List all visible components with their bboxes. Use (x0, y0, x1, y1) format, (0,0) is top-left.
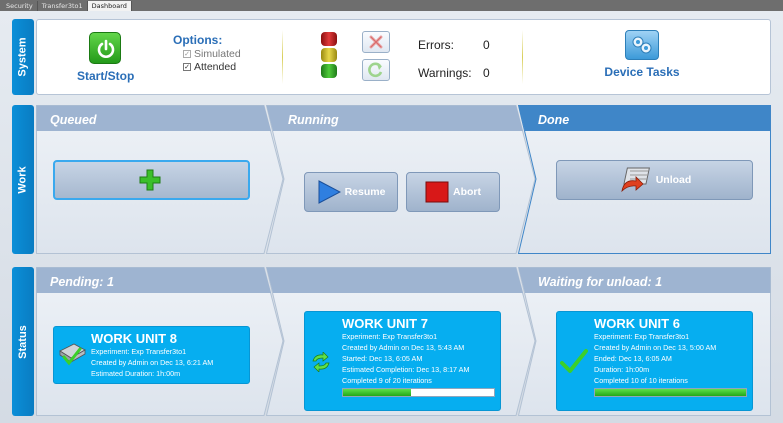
queued-title: Queued (50, 113, 97, 127)
work-label-text: Work (17, 165, 29, 194)
running-estimated-completion: Estimated Completion: Dec 13, 8:17 AM (342, 365, 470, 374)
unload-label: Unload (655, 174, 692, 186)
running-created: Created by Admin on Dec 13, 5:43 AM (342, 343, 465, 352)
waiting-work-unit-card[interactable]: WORK UNIT 6 Experiment: Exp Transfer3to1… (556, 311, 753, 411)
power-icon[interactable] (89, 32, 121, 64)
attended-option[interactable]: ✓ Attended (183, 61, 241, 73)
waiting-ended: Ended: Dec 13, 6:05 AM (594, 354, 672, 363)
yellow-light (321, 48, 337, 62)
divider (522, 30, 523, 84)
pending-created: Created by Admin on Dec 13, 6:21 AM (91, 358, 214, 367)
waiting-stage: Waiting for unload: 1 WORK UNIT 6 Experi… (518, 267, 771, 416)
done-title: Done (538, 113, 570, 127)
start-stop-control[interactable]: Start/Stop (77, 32, 134, 83)
running-completed: Completed 9 of 20 iterations (342, 376, 432, 385)
warnings-label: Warnings: (418, 66, 472, 80)
running-progress-fill (343, 389, 411, 396)
tab-security[interactable]: Security (2, 1, 38, 11)
options-title: Options: (173, 33, 223, 47)
pending-stage: Pending: 1 WORK UNIT 8 Experiment: Exp T… (36, 267, 284, 416)
add-plus-icon (139, 169, 161, 191)
waiting-completed: Completed 10 of 10 iterations (594, 376, 688, 385)
pending-experiment: Experiment: Exp Transfer3to1 (91, 347, 187, 356)
resume-label: Resume (344, 186, 386, 198)
pending-plate-icon (58, 341, 86, 370)
red-light (321, 32, 337, 46)
waiting-created: Created by Admin on Dec 13, 5:00 AM (594, 343, 717, 352)
add-work-unit-button[interactable] (53, 160, 250, 200)
divider (282, 30, 283, 84)
system-panel: Start/Stop Options: ✓ Simulated ✓ Attend… (36, 19, 771, 95)
resume-button[interactable]: Resume (304, 172, 398, 212)
stop-icon (425, 181, 449, 203)
errors-label: Errors: (418, 38, 454, 52)
device-tasks-label[interactable]: Device Tasks (602, 65, 682, 79)
simulated-option[interactable]: ✓ Simulated (183, 48, 241, 60)
waiting-experiment: Experiment: Exp Transfer3to1 (594, 332, 690, 341)
attended-checkbox[interactable]: ✓ (183, 63, 191, 71)
pending-title: Pending: 1 (50, 275, 114, 289)
running-work-unit-title: WORK UNIT 7 (342, 316, 428, 331)
reset-button[interactable] (362, 59, 390, 81)
pending-work-unit-title: WORK UNIT 8 (91, 331, 177, 346)
tab-dashboard[interactable]: Dashboard (87, 1, 132, 11)
running-status-stage: WORK UNIT 7 Experiment: Exp Transfer3to1… (266, 267, 536, 416)
gears-icon[interactable] (625, 30, 659, 60)
running-experiment: Experiment: Exp Transfer3to1 (342, 332, 438, 341)
system-section-label: System (12, 19, 34, 95)
running-stage: Running Resume Abort (266, 105, 536, 254)
abort-label: Abort (453, 186, 481, 198)
abort-button[interactable]: Abort (406, 172, 500, 212)
running-started: Started: Dec 13, 6:05 AM (342, 354, 423, 363)
warnings-value: 0 (483, 66, 490, 80)
pending-estimated: Estimated Duration: 1h:00m (91, 369, 181, 378)
tab-transfer3to1[interactable]: Transfer3to1 (38, 1, 88, 11)
queued-stage: Queued (36, 105, 284, 254)
unload-button[interactable]: Unload (556, 160, 753, 200)
reset-icon (368, 62, 383, 78)
refresh-icon (310, 351, 332, 375)
tab-strip: Security Transfer3to1 Dashboard (0, 0, 783, 11)
start-stop-label[interactable]: Start/Stop (77, 69, 134, 83)
simulated-checkbox[interactable]: ✓ (183, 50, 191, 58)
green-light (321, 64, 337, 78)
waiting-progress-bar (594, 388, 747, 397)
waiting-title: Waiting for unload: 1 (538, 275, 663, 289)
waiting-work-unit-title: WORK UNIT 6 (594, 316, 680, 331)
attended-label: Attended (194, 61, 237, 73)
unload-icon (618, 165, 652, 195)
running-progress-bar (342, 388, 495, 397)
options-group: Options: ✓ Simulated ✓ Attended (173, 33, 241, 73)
running-work-unit-card[interactable]: WORK UNIT 7 Experiment: Exp Transfer3to1… (304, 311, 501, 411)
running-title: Running (288, 113, 339, 127)
waiting-duration: Duration: 1h:00m (594, 365, 650, 374)
done-stage: Done Unload (518, 105, 771, 254)
play-icon (317, 180, 341, 204)
work-section-label: Work (12, 105, 34, 254)
errors-value: 0 (483, 38, 490, 52)
simulated-label: Simulated (194, 48, 241, 60)
clear-errors-button[interactable] (362, 31, 390, 53)
device-tasks-control[interactable]: Device Tasks (602, 30, 682, 79)
status-section-label: Status (12, 267, 34, 416)
waiting-progress-fill (595, 389, 746, 396)
checkmark-icon (560, 348, 588, 377)
clear-errors-icon (369, 35, 383, 49)
status-label-text: Status (17, 324, 29, 359)
dashboard: System Start/Stop Options: ✓ Simulated ✓… (0, 11, 783, 423)
stack-light-icon (321, 32, 337, 84)
system-label-text: System (17, 37, 30, 77)
pending-work-unit-card[interactable]: WORK UNIT 8 Experiment: Exp Transfer3to1… (53, 326, 250, 384)
